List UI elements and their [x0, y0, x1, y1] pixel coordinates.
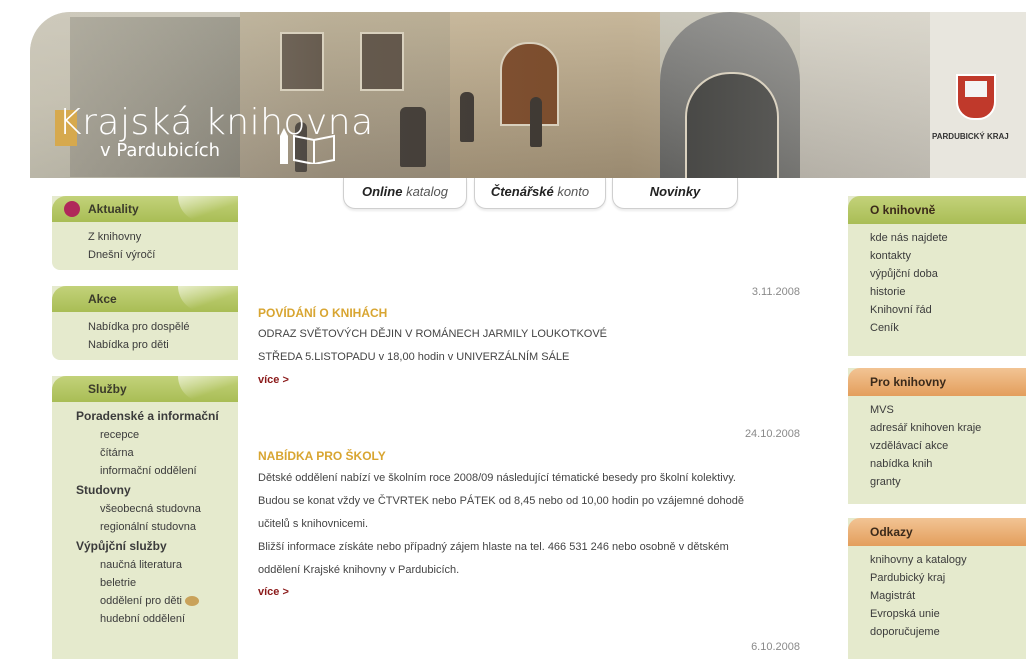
crest-label: PARDUBICKÝ KRAJ [932, 132, 1009, 141]
news-more-link[interactable]: více > [258, 374, 289, 386]
menu-item-recepce[interactable]: recepce [88, 426, 238, 444]
o-knihovne-box: O knihovně kde nás najdete kontakty výpů… [848, 196, 1026, 356]
menu-item-kontakty[interactable]: kontakty [870, 247, 1026, 265]
book-logo-icon [280, 128, 335, 164]
menu-item-pardubicky-kraj[interactable]: Pardubický kraj [870, 569, 1026, 587]
tab-label-rest: katalog [402, 184, 448, 199]
tab-label-rest: konto [553, 184, 590, 199]
menu-item-knihovny-a-katalogy[interactable]: knihovny a katalogy [870, 551, 1026, 569]
menu-item-nabidka-pro-deti[interactable]: Nabídka pro děti [88, 336, 238, 354]
news-date: 3.11.2008 [751, 286, 800, 298]
menu-item-hudebni-oddeleni[interactable]: hudební oddělení [88, 610, 238, 628]
menu-item-nabidka-knih[interactable]: nabídka knih [870, 455, 1026, 473]
menu-item-adresar-knihoven[interactable]: adresář knihoven kraje [870, 419, 1026, 437]
news-text: oddělení Krajské knihovny v Pardubicích. [258, 564, 460, 576]
menu-item-vseobecna-studovna[interactable]: všeobecná studovna [88, 500, 238, 518]
aktuality-box: Aktuality Z knihovny Dnešní výročí [52, 196, 238, 270]
menu-item-knihovni-rad[interactable]: Knihovní řád [870, 301, 1026, 319]
news-text: Bližší informace získáte nebo případný z… [258, 541, 729, 553]
page: Krajská knihovna v Pardubicích PARDUBICK… [0, 0, 1026, 659]
menu-item-vypujcni-doba[interactable]: výpůjční doba [870, 265, 1026, 283]
menu-item-kde-nas-najdete[interactable]: kde nás najdete [870, 229, 1026, 247]
akce-header: Akce [52, 286, 238, 312]
group-studovny[interactable]: Studovny [76, 480, 238, 500]
tab-label-bold: Online [362, 184, 403, 199]
tab-online-katalog[interactable]: Online katalog [343, 178, 467, 209]
sluzby-box: Služby Poradenské a informační recepce č… [52, 376, 238, 659]
menu-item-cenik[interactable]: Ceník [870, 319, 1026, 337]
news-text: STŘEDA 5.LISTOPADU v 18,00 hodin v UNIVE… [258, 351, 570, 363]
news-text: Dětské oddělení nabízí ve školním roce 2… [258, 472, 736, 484]
pro-knihovny-box: Pro knihovny MVS adresář knihoven kraje … [848, 368, 1026, 504]
news-title[interactable]: NABÍDKA PRO ŠKOLY [258, 449, 386, 463]
menu-item-informacni-oddeleni[interactable]: informační oddělení [88, 462, 238, 480]
logo-subtitle: v Pardubicích [100, 140, 220, 161]
aktuality-title: Aktuality [88, 202, 139, 216]
children-mascot-icon [185, 596, 200, 607]
tab-novinky[interactable]: Novinky [612, 178, 738, 209]
menu-item-magistrat[interactable]: Magistrát [870, 587, 1026, 605]
news-date: 6.10.2008 [751, 641, 800, 653]
pardubice-region-crest-icon [956, 74, 996, 120]
menu-item-evropska-unie[interactable]: Evropská unie [870, 605, 1026, 623]
bullet-dot-icon [64, 201, 80, 217]
news-title[interactable]: POVÍDÁNÍ O KNIHÁCH [258, 306, 387, 320]
aktuality-header: Aktuality [52, 196, 238, 222]
menu-item-doporucujeme[interactable]: doporučujeme [870, 623, 1026, 641]
pro-knihovny-header: Pro knihovny [848, 368, 1026, 396]
menu-item-dnesni-vyroci[interactable]: Dnešní výročí [88, 246, 238, 264]
odkazy-title: Odkazy [870, 525, 913, 539]
odkazy-box: Odkazy knihovny a katalogy Pardubický kr… [848, 518, 1026, 659]
news-text: Budou se konat vždy ve ČTVRTEK nebo PÁTE… [258, 495, 744, 507]
news-date: 24.10.2008 [744, 428, 800, 440]
logo-initial: K [58, 102, 83, 143]
news-text: učitelů s knihovnicemi. [258, 518, 369, 530]
sluzby-title: Služby [88, 382, 127, 396]
menu-item-z-knihovny[interactable]: Z knihovny [88, 228, 238, 246]
akce-title: Akce [88, 292, 117, 306]
news-more-link[interactable]: více > [258, 586, 289, 598]
menu-item-beletrie[interactable]: beletrie [88, 574, 238, 592]
menu-item-naucna-literatura[interactable]: naučná literatura [88, 556, 238, 574]
menu-item-nabidka-pro-dospele[interactable]: Nabídka pro dospělé [88, 318, 238, 336]
menu-item-historie[interactable]: historie [870, 283, 1026, 301]
menu-item-mvs[interactable]: MVS [870, 401, 1026, 419]
news-text: ODRAZ SVĚTOVÝCH DĚJIN V ROMÁNECH JARMILY… [258, 328, 608, 340]
menu-item-label: oddělení pro děti [100, 595, 182, 607]
pro-knihovny-title: Pro knihovny [870, 375, 947, 389]
menu-item-vzdelavaci-akce[interactable]: vzdělávací akce [870, 437, 1026, 455]
group-vypujcni-sluzby[interactable]: Výpůjční služby [76, 536, 238, 556]
menu-item-granty[interactable]: granty [870, 473, 1026, 491]
menu-item-citarna[interactable]: čítárna [88, 444, 238, 462]
group-poradenske[interactable]: Poradenské a informační [76, 406, 238, 426]
odkazy-header: Odkazy [848, 518, 1026, 546]
o-knihovne-title: O knihovně [870, 203, 936, 217]
menu-item-regionalni-studovna[interactable]: regionální studovna [88, 518, 238, 536]
o-knihovne-header: O knihovně [848, 196, 1026, 224]
tab-label-bold: Novinky [649, 184, 701, 199]
tab-ctenarske-konto[interactable]: Čtenářské konto [474, 178, 606, 209]
menu-item-oddeleni-pro-deti[interactable]: oddělení pro děti [88, 592, 238, 610]
header-banner: Krajská knihovna v Pardubicích PARDUBICK… [30, 12, 1026, 178]
sluzby-header: Služby [52, 376, 238, 402]
akce-box: Akce Nabídka pro dospělé Nabídka pro dět… [52, 286, 238, 360]
tab-label-bold: Čtenářské [490, 184, 554, 199]
